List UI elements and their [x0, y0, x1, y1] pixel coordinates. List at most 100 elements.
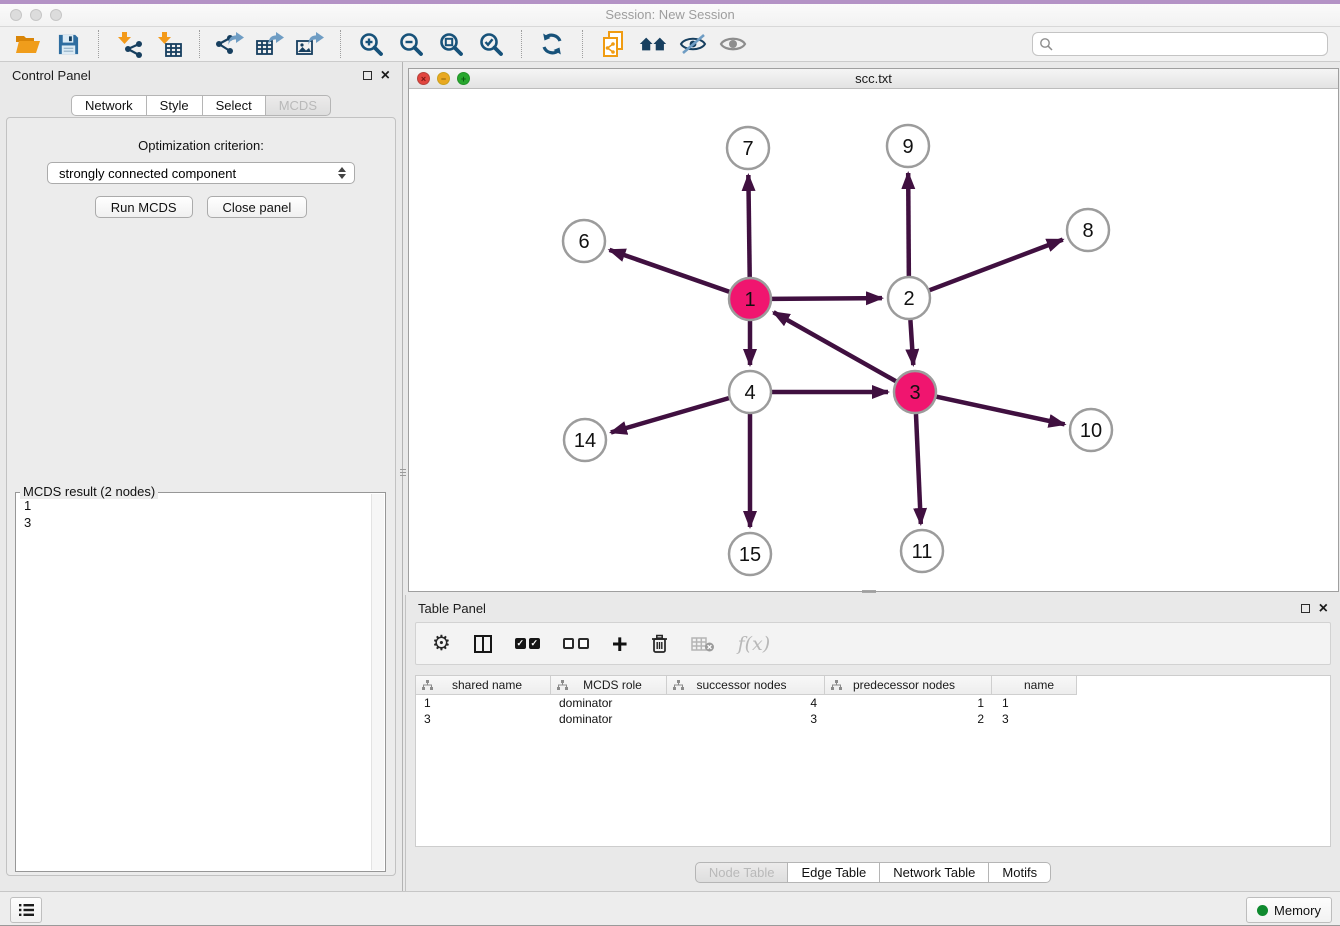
- close-table-panel-icon[interactable]: ×: [1319, 604, 1328, 614]
- toolbar-separator: [340, 30, 341, 58]
- graph-edge-1-6[interactable]: [609, 250, 729, 292]
- column-header-shared-name[interactable]: shared name: [416, 676, 551, 695]
- cell-mcds-role: dominator: [551, 696, 667, 710]
- delete-table-icon: [691, 636, 715, 652]
- graph-node-label-11: 11: [912, 541, 933, 563]
- graph-node-label-8: 8: [1082, 220, 1093, 242]
- add-row-icon[interactable]: +: [612, 634, 628, 654]
- tab-mcds[interactable]: MCDS: [265, 95, 331, 116]
- graph-node-label-7: 7: [742, 138, 753, 160]
- save-session-icon[interactable]: [53, 29, 83, 59]
- search-icon: [1039, 37, 1053, 51]
- status-bar: Memory: [0, 891, 1340, 925]
- close-panel-button[interactable]: Close panel: [207, 196, 308, 218]
- cell-shared-name: 1: [416, 696, 551, 710]
- zoom-in-icon[interactable]: [356, 29, 386, 59]
- graph-node-label-1: 1: [744, 289, 755, 311]
- column-header-name[interactable]: name: [992, 676, 1077, 695]
- column-header-predecessor-nodes[interactable]: predecessor nodes: [825, 676, 992, 695]
- hide-selected-icon[interactable]: [678, 29, 708, 59]
- delete-row-icon[interactable]: [651, 634, 668, 654]
- table-panel-title: Table Panel: [406, 601, 486, 616]
- main-toolbar: [0, 27, 1340, 62]
- network-window-titlebar[interactable]: × − + scc.txt: [409, 69, 1338, 89]
- tab-edge-table[interactable]: Edge Table: [787, 862, 880, 883]
- float-panel-icon[interactable]: [363, 71, 372, 80]
- table-row[interactable]: 1 dominator 4 1 1: [416, 695, 1077, 711]
- optimization-criterion-select[interactable]: strongly connected component: [47, 162, 355, 184]
- column-header-successor-nodes[interactable]: successor nodes: [667, 676, 825, 695]
- workspace: Control Panel × Network Style Select MCD…: [0, 62, 1340, 891]
- cell-name: 3: [992, 712, 1077, 726]
- import-network-icon[interactable]: [114, 29, 144, 59]
- network-window-title: scc.txt: [409, 69, 1338, 88]
- export-network-icon[interactable]: [215, 29, 245, 59]
- open-session-icon[interactable]: [13, 29, 43, 59]
- graph-edge-2-9[interactable]: [908, 173, 909, 276]
- export-table-icon[interactable]: [255, 29, 285, 59]
- close-panel-icon[interactable]: ×: [381, 71, 390, 81]
- column-header-mcds-role[interactable]: MCDS role: [551, 676, 667, 695]
- result-scrollbar[interactable]: [371, 494, 384, 870]
- graph-edge-2-8[interactable]: [930, 240, 1063, 291]
- graph-edge-1-2[interactable]: [772, 298, 882, 299]
- zoom-selected-icon[interactable]: [476, 29, 506, 59]
- graph-edge-3-10[interactable]: [937, 397, 1065, 425]
- split-table-icon[interactable]: [474, 635, 492, 653]
- graph-node-label-10: 10: [1080, 420, 1102, 442]
- graph-edge-4-14[interactable]: [611, 398, 729, 432]
- control-panel: Control Panel × Network Style Select MCD…: [0, 62, 403, 891]
- graph-node-label-15: 15: [739, 544, 761, 566]
- deselect-all-columns-icon[interactable]: [563, 638, 589, 649]
- graph-node-label-6: 6: [578, 231, 589, 253]
- table-settings-icon[interactable]: ⚙: [432, 633, 451, 654]
- graph-node-label-2: 2: [903, 288, 914, 310]
- tab-style[interactable]: Style: [146, 95, 203, 116]
- show-all-icon[interactable]: [718, 29, 748, 59]
- select-all-columns-icon[interactable]: ✓✓: [515, 638, 540, 649]
- mcds-panel: Optimization criterion: strongly connect…: [6, 117, 396, 876]
- cell-name: 1: [992, 696, 1077, 710]
- tab-select[interactable]: Select: [202, 95, 266, 116]
- graph-node-label-4: 4: [744, 382, 755, 404]
- control-panel-header: Control Panel ×: [0, 62, 402, 89]
- apply-function-icon: f(x): [738, 633, 771, 655]
- mcds-result-item: 1: [24, 497, 377, 514]
- graph-node-label-3: 3: [909, 382, 920, 404]
- optimization-criterion-label: Optimization criterion:: [7, 138, 395, 153]
- control-panel-tabs: Network Style Select MCDS: [0, 95, 402, 116]
- graph-edge-2-3[interactable]: [910, 320, 913, 365]
- run-mcds-button[interactable]: Run MCDS: [95, 196, 193, 218]
- tab-motifs[interactable]: Motifs: [988, 862, 1051, 883]
- toolbar-separator: [582, 30, 583, 58]
- tab-network[interactable]: Network: [71, 95, 147, 116]
- graph-node-label-14: 14: [574, 430, 596, 452]
- graph-edge-3-1[interactable]: [774, 312, 896, 381]
- panel-splitter-handle[interactable]: [400, 465, 406, 479]
- network-canvas[interactable]: 7 9 6 8 1 2 4 3 14 10 15 11: [409, 89, 1338, 592]
- zoom-out-icon[interactable]: [396, 29, 426, 59]
- search-box[interactable]: [1032, 32, 1328, 56]
- task-history-button[interactable]: [10, 897, 42, 923]
- memory-button[interactable]: Memory: [1246, 897, 1332, 923]
- import-table-icon[interactable]: [154, 29, 184, 59]
- graph-edge-3-11[interactable]: [916, 414, 921, 524]
- table-row[interactable]: 3 dominator 3 2 3: [416, 711, 1077, 727]
- clone-network-icon[interactable]: [598, 29, 628, 59]
- cell-successor-nodes: 3: [667, 712, 825, 726]
- graph-edge-1-7[interactable]: [748, 175, 749, 277]
- graph-node-label-9: 9: [902, 136, 913, 158]
- toolbar-separator: [98, 30, 99, 58]
- zoom-fit-icon[interactable]: [436, 29, 466, 59]
- tab-network-table[interactable]: Network Table: [879, 862, 989, 883]
- export-image-icon[interactable]: [295, 29, 325, 59]
- cell-predecessor-nodes: 2: [825, 712, 992, 726]
- tab-node-table[interactable]: Node Table: [695, 862, 789, 883]
- first-neighbors-icon[interactable]: [638, 29, 668, 59]
- table-toolbar: ⚙ ✓✓ + f(x): [415, 622, 1331, 665]
- mcds-result-list: 1 3: [16, 493, 385, 535]
- float-table-panel-icon[interactable]: [1301, 604, 1310, 613]
- search-input[interactable]: [1057, 34, 1327, 54]
- select-chevrons-icon: [338, 167, 346, 179]
- refresh-icon[interactable]: [537, 29, 567, 59]
